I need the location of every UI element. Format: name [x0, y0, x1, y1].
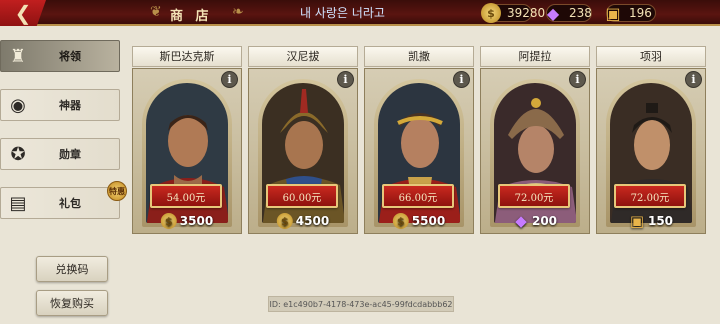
- restore-purchase-button[interactable]: 恢复购买: [36, 290, 108, 316]
- hero-price-value: 150: [647, 214, 674, 228]
- hero-frame: i $ 5500: [364, 68, 474, 234]
- redeem-code-button[interactable]: 兑换码: [36, 256, 108, 282]
- sidebar-item-artifacts[interactable]: ◉ 神器: [0, 89, 120, 121]
- gift-chest-icon: ▤: [9, 192, 27, 214]
- top-bar: ❮ ❦ 商 店 ❧ 내 사랑은 너라고 $ 39280 ◆ 238 ▣ 196: [0, 0, 720, 26]
- info-button[interactable]: i: [569, 71, 586, 88]
- gem-icon: ◆: [515, 212, 527, 230]
- buy-button[interactable]: 66.00元: [382, 184, 454, 208]
- coin-counter: $ 39280: [481, 3, 545, 23]
- hero-frame: i $ 4500: [248, 68, 358, 234]
- hero-price: $ 3500: [160, 213, 214, 229]
- chest-icon: ▣: [629, 212, 645, 230]
- hero-price: $ 5500: [392, 213, 446, 229]
- sidebar-item-label: 勋章: [59, 148, 81, 161]
- info-button[interactable]: i: [337, 71, 354, 88]
- sidebar-item-generals[interactable]: ♜ 将领: [0, 40, 120, 72]
- coin-icon: $: [481, 3, 501, 23]
- hero-name: 项羽: [596, 46, 706, 67]
- info-button[interactable]: i: [221, 71, 238, 88]
- hero-price-value: 5500: [411, 214, 446, 228]
- gem-icon: ◆: [546, 3, 560, 23]
- coin-icon: $: [392, 213, 409, 229]
- page-title: 商 店: [170, 9, 213, 24]
- hero-frame: i ◆ 200: [480, 68, 590, 234]
- sidebar-item-label: 礼包: [59, 197, 81, 210]
- buy-button[interactable]: 72.00元: [498, 184, 570, 208]
- info-button[interactable]: i: [453, 71, 470, 88]
- hero-frame: i $ 3500: [132, 68, 242, 234]
- eye-of-horus-icon: ◉: [10, 94, 26, 116]
- hero-price-value: 3500: [179, 214, 214, 228]
- hero-name: 汉尼拔: [248, 46, 358, 67]
- sale-badge: 特惠: [107, 181, 127, 201]
- coin-icon: $: [276, 213, 293, 229]
- hero-name: 凯撒: [364, 46, 474, 67]
- hero-price-value: 200: [531, 214, 558, 228]
- device-id: ID: e1c490b7-4178-473e-ac45-99fdcdabbb62: [268, 296, 454, 312]
- gem-value: 238: [569, 6, 592, 20]
- spartan-helmet-icon: ♜: [9, 45, 27, 67]
- hero-name: 阿提拉: [480, 46, 590, 67]
- sidebar-item-label: 神器: [59, 99, 81, 112]
- gem-counter: ◆ 238: [546, 3, 592, 23]
- sidebar-item-packs[interactable]: ▤ 礼包 特惠: [0, 181, 127, 219]
- back-arrow-icon: ❮: [14, 1, 32, 25]
- hero-price-value: 4500: [295, 214, 330, 228]
- info-button[interactable]: i: [685, 71, 702, 88]
- sidebar-item-medals[interactable]: ✪ 勋章: [0, 138, 120, 170]
- chest-icon: ▣: [605, 3, 621, 23]
- buy-button[interactable]: 72.00元: [614, 184, 686, 208]
- back-button[interactable]: ❮: [0, 0, 46, 26]
- hero-price: $ 4500: [276, 213, 330, 229]
- chest-value: 196: [629, 6, 652, 20]
- hero-name: 斯巴达克斯: [132, 46, 242, 67]
- hero-price: ▣ 150: [629, 212, 674, 230]
- category-sidebar: ♜ 将领 ◉ 神器 ✪ 勋章 ▤ 礼包 特惠: [0, 40, 127, 236]
- hero-price: ◆ 200: [513, 212, 558, 230]
- announcement-text: 내 사랑은 너라고: [300, 6, 385, 20]
- buy-button[interactable]: 54.00元: [150, 184, 222, 208]
- hero-frame: i ▣ 150: [596, 68, 706, 234]
- sidebar-item-label: 将领: [59, 50, 81, 63]
- eagle-medal-icon: ✪: [10, 143, 26, 165]
- buy-button[interactable]: 60.00元: [266, 184, 338, 208]
- coin-icon: $: [160, 213, 177, 229]
- coin-value: 39280: [507, 6, 546, 20]
- laurel-right-icon: ❧: [232, 4, 244, 20]
- chest-counter: ▣ 196: [605, 3, 656, 23]
- laurel-left-icon: ❦: [150, 4, 162, 20]
